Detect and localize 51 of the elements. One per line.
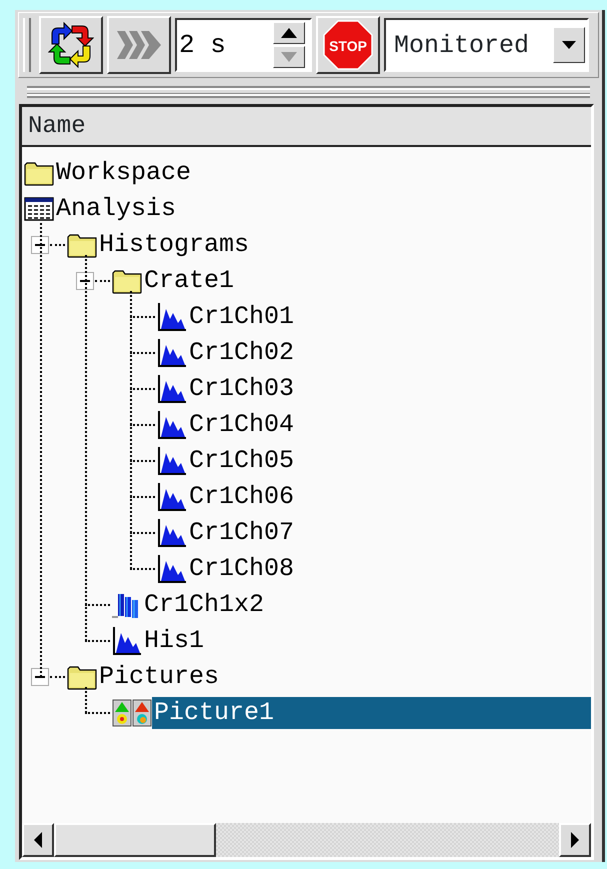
tree-item[interactable]: Cr1Ch07 (187, 517, 296, 549)
tree-item[interactable]: Picture1 (152, 697, 591, 729)
stop-button[interactable]: STOP (316, 16, 380, 74)
right-arrow-icon (569, 832, 581, 848)
toolbar-grip[interactable] (23, 18, 31, 72)
histogram-icon (157, 555, 187, 583)
tree-item[interactable]: Cr1Ch02 (187, 337, 296, 369)
scrollbar-thumb[interactable] (54, 823, 216, 857)
table-icon (24, 196, 54, 222)
histogram-icon (112, 627, 142, 655)
stop-sign-icon: STOP (323, 20, 373, 70)
histogram-icon (157, 483, 187, 511)
left-arrow-icon (32, 832, 44, 848)
folder-item[interactable]: Histograms (97, 229, 252, 261)
folder-item[interactable]: Pictures (97, 661, 222, 693)
refresh-button[interactable] (39, 16, 103, 74)
circular-arrows-icon (48, 22, 94, 68)
histogram-icon (157, 375, 187, 403)
expander-toggle[interactable] (76, 272, 94, 290)
histogram-icon (157, 519, 187, 547)
scroll-right-button[interactable] (559, 823, 591, 857)
histogram-icon (157, 411, 187, 439)
interval-spinbox[interactable]: 2 s (175, 18, 312, 72)
mode-dropdown[interactable]: Monitored (384, 18, 589, 72)
tree-item[interactable]: Cr1Ch08 (187, 553, 296, 585)
splitter-handle[interactable] (27, 86, 590, 98)
down-arrow-icon (281, 52, 297, 62)
tree-item[interactable]: Cr1Ch01 (187, 301, 296, 333)
histogram-icon (157, 447, 187, 475)
histogram-icon (157, 339, 187, 367)
up-arrow-icon (281, 28, 297, 38)
tree-item[interactable]: Cr1Ch1x2 (142, 589, 266, 621)
column-header[interactable]: Name (28, 112, 86, 140)
caret-icon (562, 41, 576, 49)
tree-item[interactable]: Cr1Ch04 (187, 409, 296, 441)
spin-up-button[interactable] (273, 22, 305, 44)
folder-item[interactable]: Crate1 (142, 265, 236, 297)
tree-item[interactable]: Analysis (54, 193, 178, 225)
tree-item[interactable]: Cr1Ch06 (187, 481, 296, 513)
tree-item[interactable]: His1 (142, 625, 206, 657)
histogram-icon (157, 303, 187, 331)
tree-item[interactable]: Cr1Ch03 (187, 373, 296, 405)
folder-item[interactable]: Workspace (54, 157, 194, 189)
spin-down-button[interactable] (273, 46, 305, 68)
folder-icon (24, 160, 54, 186)
color-grid-icon (112, 699, 152, 727)
expander-toggle[interactable] (31, 668, 49, 686)
horizontal-scrollbar[interactable] (22, 823, 591, 857)
expander-toggle[interactable] (31, 236, 49, 254)
scroll-left-button[interactable] (22, 823, 54, 857)
tree-item[interactable]: Cr1Ch05 (187, 445, 296, 477)
